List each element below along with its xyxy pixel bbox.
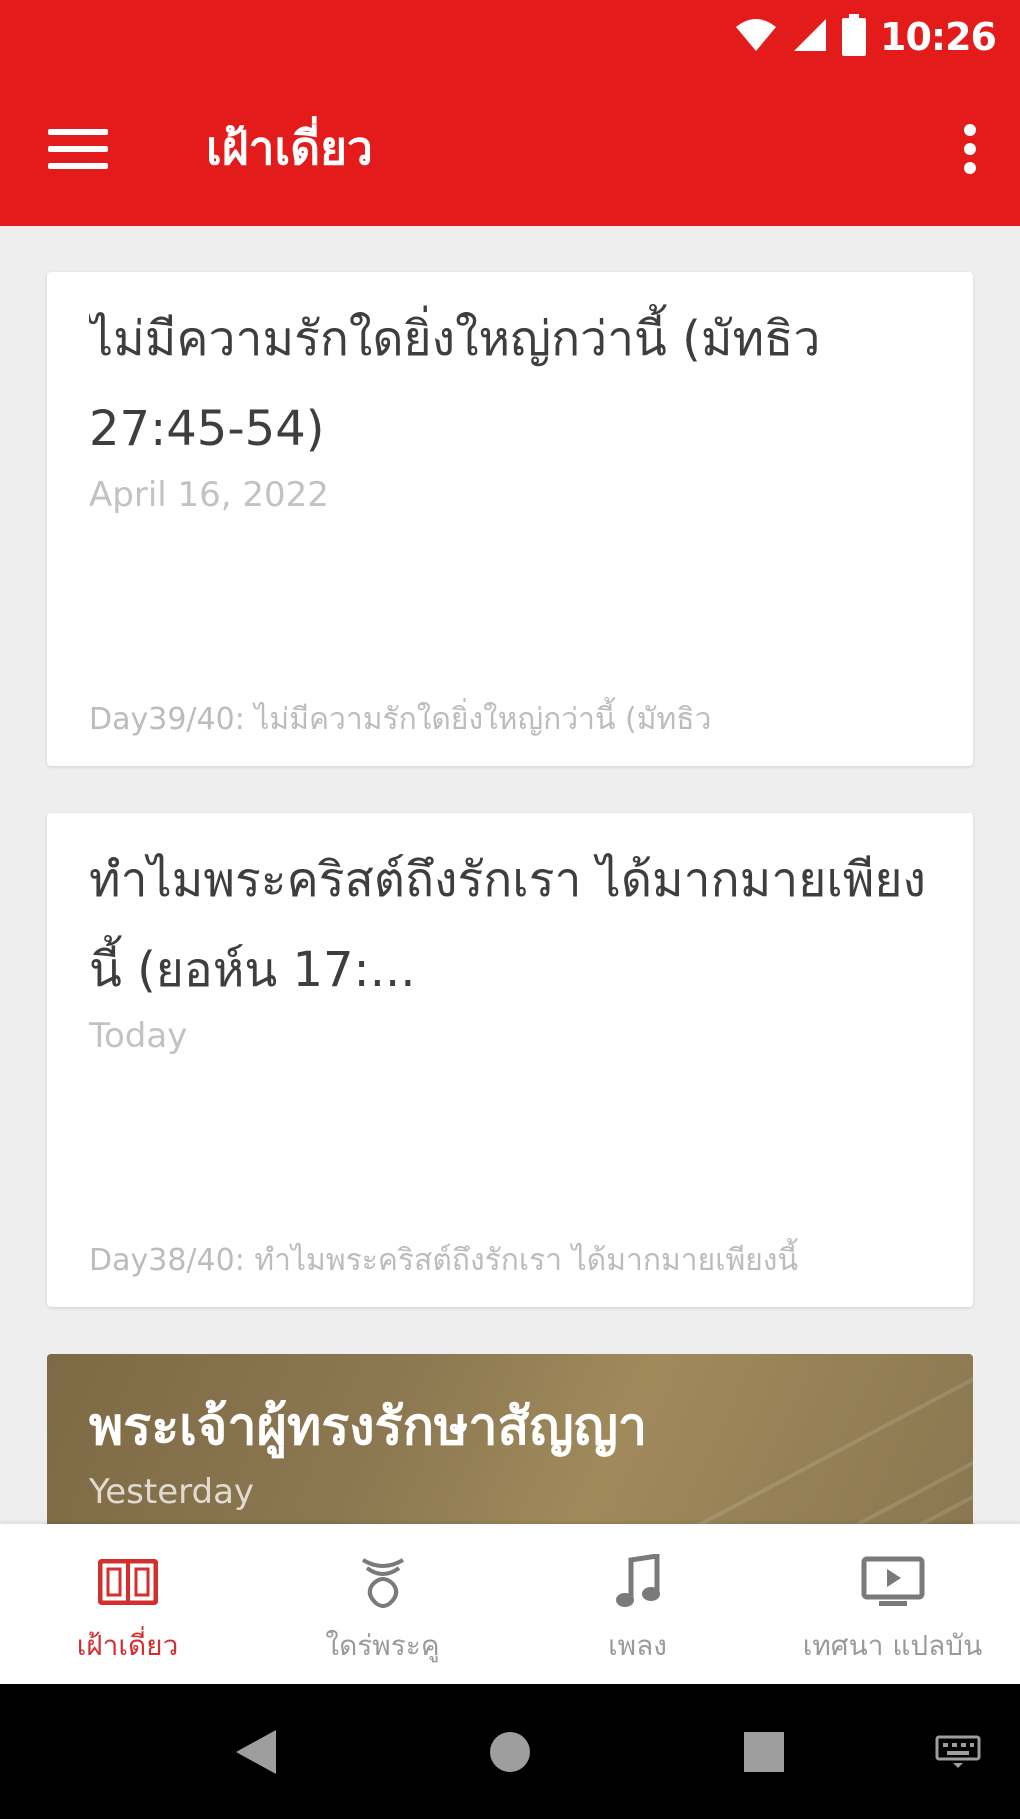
- status-bar: 10:26: [0, 0, 1020, 74]
- nav-item-music[interactable]: เพลง: [510, 1524, 765, 1684]
- cell-signal-icon: [792, 17, 828, 57]
- nav-label: เทศนา แปลบัน: [802, 1629, 983, 1662]
- home-icon: [488, 1730, 532, 1778]
- app-bar: เฝ้าเดี่ยว: [0, 74, 1020, 226]
- recents-button[interactable]: [734, 1724, 794, 1784]
- nav-label: เฝ้าเดี่ยว: [76, 1629, 179, 1662]
- devotion-card[interactable]: ไม่มีความรักใดยิ่งใหญ่กว่านี้ (มัทธิว 27…: [47, 272, 973, 766]
- page-title: เฝ้าเดี่ยว: [206, 121, 373, 175]
- hands-icon: [348, 1552, 418, 1612]
- nav-item-devotion[interactable]: เฝ้าเดี่ยว: [0, 1524, 255, 1684]
- more-vert-icon: [963, 124, 977, 178]
- card-title: ไม่มีความรักใดยิ่งใหญ่กว่านี้ (มัทธิว 27…: [89, 311, 821, 457]
- system-navigation-bar: [0, 1684, 1020, 1819]
- home-button[interactable]: [480, 1724, 540, 1784]
- card-title: ทำไมพระคริสต์ถึงรักเรา ได้มากมายเพียงนี้…: [89, 852, 926, 998]
- card-date: April 16, 2022: [89, 475, 329, 515]
- music-note-icon: [603, 1552, 673, 1612]
- keyboard-button[interactable]: [928, 1724, 988, 1784]
- bottom-navigation: เฝ้าเดี่ยว ใดร่พระคู เพลง เทศนา แปลบัน: [0, 1524, 1020, 1684]
- card-excerpt: Day39/40: ไม่มีความรักใดยิ่งใหญ่กว่านี้ …: [89, 702, 712, 737]
- devotion-feed[interactable]: ไม่มีความรักใดยิ่งใหญ่กว่านี้ (มัทธิว 27…: [0, 226, 1020, 1524]
- hamburger-menu-icon: [48, 127, 108, 175]
- card-excerpt: Day38/40: ทำไมพระคริสต์ถึงรักเรา ได้มากม…: [89, 1243, 798, 1278]
- overflow-menu-button[interactable]: [942, 114, 998, 188]
- featured-devotion-card[interactable]: พระเจ้าผู้ทรงรักษาสัญญา Yesterday: [47, 1354, 973, 1524]
- recents-icon: [742, 1730, 786, 1778]
- nav-label: ใดร่พระคู: [325, 1629, 440, 1662]
- book-icon: [93, 1552, 163, 1612]
- wifi-icon: [734, 17, 778, 57]
- card-title: พระเจ้าผู้ทรงรักษาสัญญา: [89, 1397, 648, 1457]
- back-button[interactable]: [226, 1724, 286, 1784]
- nav-item-prayer[interactable]: ใดร่พระคู: [255, 1524, 510, 1684]
- back-icon: [234, 1728, 278, 1780]
- keyboard-icon: [935, 1735, 981, 1773]
- card-date: Yesterday: [89, 1472, 255, 1512]
- tv-play-icon: [858, 1552, 928, 1612]
- nav-label: เพลง: [608, 1629, 667, 1662]
- status-icons: 10:26: [734, 12, 997, 62]
- status-time: 10:26: [880, 15, 997, 59]
- card-date: Today: [89, 1016, 188, 1056]
- menu-button[interactable]: [40, 116, 116, 186]
- battery-icon: [842, 14, 867, 60]
- background-decoration: [627, 1354, 973, 1524]
- nav-item-sermons[interactable]: เทศนา แปลบัน: [765, 1524, 1020, 1684]
- devotion-card[interactable]: ทำไมพระคริสต์ถึงรักเรา ได้มากมายเพียงนี้…: [47, 813, 973, 1307]
